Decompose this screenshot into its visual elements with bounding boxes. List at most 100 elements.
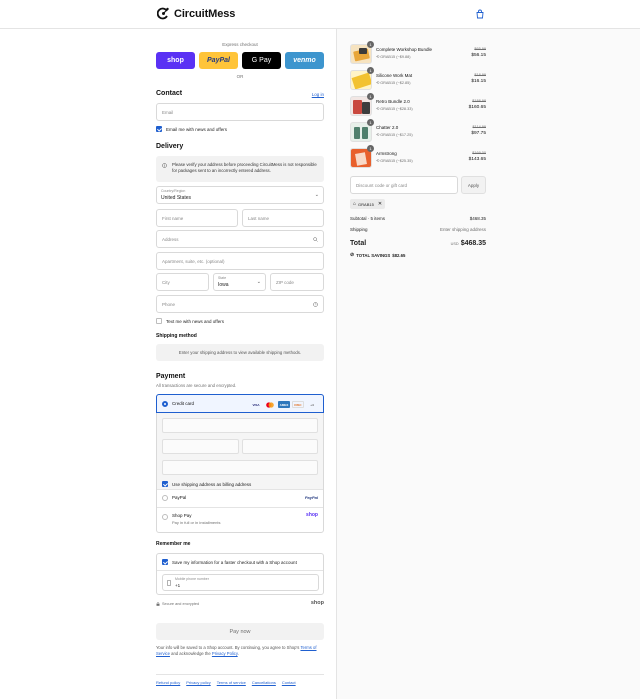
city-field[interactable]: City [156, 273, 209, 291]
paypal-logo: PayPal [304, 495, 318, 500]
text-news-label: Text me with news and offers [166, 318, 224, 324]
quantity-badge: 1 [367, 119, 374, 126]
amex-icon: AMEX [278, 401, 290, 408]
email-news-checkbox[interactable] [156, 126, 162, 132]
phone-placeholder: Phone [162, 302, 176, 307]
item-original-price: $18.99 [474, 73, 486, 77]
apartment-field[interactable]: Apartment, suite, etc. (optional) [156, 252, 324, 270]
credit-card-radio[interactable] [162, 401, 168, 407]
item-original-price: $169.00 [472, 151, 486, 155]
item-price: $143.65 [468, 157, 486, 162]
state-label: State [218, 276, 227, 280]
remember-me-heading: Remember me [156, 541, 191, 547]
mobile-phone-field[interactable]: Mobile phone number +1 [162, 574, 319, 591]
billing-same-label: Use shipping address as billing address [172, 481, 252, 487]
contact-link[interactable]: Contact [282, 680, 296, 685]
divider [157, 570, 323, 571]
shipping-notice: Enter your shipping address to view avai… [156, 344, 324, 361]
quantity-badge: 1 [367, 145, 374, 152]
shopping-bag-icon[interactable] [475, 9, 485, 19]
shop-pay-button[interactable]: shop [156, 52, 195, 69]
checkout-form: Express checkout shop PayPal G Pay venmo… [0, 29, 336, 699]
lock-icon [156, 602, 160, 606]
paypal-option[interactable]: PayPal PayPal [157, 490, 323, 507]
apply-button[interactable]: Apply [461, 176, 486, 194]
mobile-phone-label: Mobile phone number [175, 577, 209, 581]
remove-discount-icon[interactable]: ✕ [378, 201, 382, 207]
or-divider: OR [236, 74, 244, 79]
total-label: Total [350, 240, 367, 247]
pay-now-button[interactable]: Pay now [156, 623, 324, 640]
tag-icon: ⟲ [376, 159, 380, 163]
privacy-link[interactable]: Privacy Policy [212, 651, 238, 656]
expiration-field[interactable] [162, 439, 239, 454]
first-name-field[interactable]: First name [156, 209, 238, 227]
footer-links: Refund policy Privacy policy Terms of se… [156, 680, 296, 685]
credit-card-label: Credit card [172, 401, 195, 406]
billing-same-checkbox[interactable] [162, 481, 168, 487]
venmo-button[interactable]: venmo [285, 52, 324, 69]
shop-pay-radio[interactable] [162, 514, 168, 520]
discount-code-input[interactable]: Discount code or gift card [350, 176, 458, 194]
text-news-checkbox[interactable] [156, 318, 162, 324]
country-select[interactable]: Country/Region United States ⌄ [156, 186, 324, 204]
item-price: $16.15 [471, 79, 486, 84]
paypal-label: PayPal [172, 495, 187, 500]
item-original-price: $188.98 [472, 99, 486, 103]
address-field[interactable]: Address [156, 230, 324, 248]
terms-of-service-link[interactable]: Terms of service [217, 680, 246, 685]
security-code-field[interactable] [242, 439, 318, 454]
paypal-radio[interactable] [162, 495, 168, 501]
visa-icon: VISA [252, 402, 260, 407]
cart-item: 1 Complete Workshop Bundle ⟲ GRAB15 (−$9.… [350, 41, 486, 66]
shipping-label: Shipping [350, 227, 368, 232]
item-discount-text: GRAB15 (−$25.35) [380, 158, 413, 163]
secure-text: Secure and encrypted [162, 602, 200, 606]
currency-code: USD [450, 242, 459, 246]
email-field[interactable]: Email [156, 103, 324, 121]
cart-item: 1 Retro Bundle 2.0 ⟲ GRAB15 (−$28.33) $18… [350, 93, 486, 118]
chevron-down-icon: ⌄ [314, 192, 319, 198]
zip-placeholder: ZIP code [276, 280, 294, 285]
item-discount: ⟲ GRAB15 (−$17.25) [376, 132, 413, 138]
privacy-policy-link[interactable]: Privacy policy [186, 680, 210, 685]
paypal-button[interactable]: PayPal [199, 52, 238, 69]
google-pay-button[interactable]: G Pay [242, 52, 281, 69]
city-placeholder: City [162, 280, 170, 285]
logo[interactable]: CircuitMess [157, 7, 235, 20]
item-discount: ⟲ GRAB15 (−$25.35) [376, 158, 413, 164]
email-placeholder: Email [162, 110, 174, 115]
state-select[interactable]: State Iowa ⌄ [213, 273, 266, 291]
item-original-price: $65.99 [474, 47, 486, 51]
cart-item: 1 Chatter 2.0 ⟲ GRAB15 (−$17.25) $114.99 … [350, 119, 486, 144]
login-link[interactable]: Log in [312, 92, 324, 97]
mobile-phone-value: +1 [175, 583, 181, 588]
cart-item: 1 Armstrong ⟲ GRAB15 (−$25.35) $169.00 $1… [350, 145, 486, 170]
phone-field[interactable]: Phone ? [156, 295, 324, 313]
item-name: Chatter 2.0 [376, 125, 399, 130]
credit-card-option[interactable]: Credit card VISA AMEX DISC +4 [156, 394, 324, 413]
cancellations-link[interactable]: Cancellations [252, 680, 276, 685]
help-icon[interactable]: ? [313, 302, 318, 307]
card-number-field[interactable] [162, 418, 318, 433]
shop-pay-label: Shop Pay [172, 513, 192, 518]
name-on-card-field[interactable] [162, 460, 318, 475]
last-name-placeholder: Last name [248, 216, 270, 221]
payment-methods: Credit card VISA AMEX DISC +4 Use shippi… [156, 394, 324, 533]
svg-text:?: ? [315, 303, 317, 307]
refund-policy-link[interactable]: Refund policy [156, 680, 180, 685]
item-discount-text: GRAB15 (−$2.85) [380, 80, 411, 85]
zip-field[interactable]: ZIP code [270, 273, 324, 291]
circuitmess-logo-icon [157, 7, 169, 20]
discount-tag: ⌂ GRAB15 ✕ [350, 199, 386, 209]
item-name: Complete Workshop Bundle [376, 47, 432, 52]
item-original-price: $114.99 [472, 125, 486, 129]
shop-pay-subtitle: Pay in full or in installments [172, 520, 221, 525]
last-name-field[interactable]: Last name [242, 209, 324, 227]
save-info-checkbox[interactable] [162, 559, 168, 565]
shipping-value: Enter shipping address [439, 227, 486, 232]
discover-icon: DISC [292, 401, 304, 408]
shop-pay-option[interactable]: Shop Pay Pay in full or in installments … [157, 508, 323, 532]
shipping-notice-text: Enter your shipping address to view avai… [178, 350, 302, 355]
subtotal-value: $468.35 [469, 216, 486, 221]
